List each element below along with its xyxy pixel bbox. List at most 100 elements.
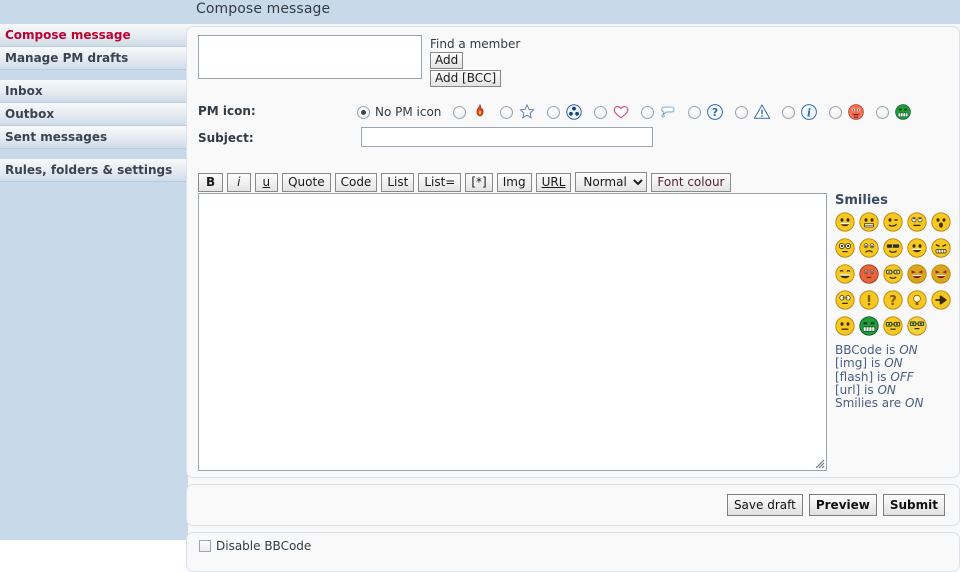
- disable-bbcode-row: Disable BBCode: [199, 539, 311, 553]
- compose-panel: Find a member Add Add [BCC] PM icon: Sub…: [186, 26, 960, 478]
- list-item-button[interactable]: [*]: [465, 172, 493, 192]
- options-panel: Disable BBCode: [186, 532, 960, 572]
- recipients-input[interactable]: [198, 35, 422, 79]
- svg-text:?: ?: [712, 106, 718, 119]
- list-ordered-button[interactable]: List=: [418, 172, 462, 192]
- subject-label: Subject:: [198, 131, 254, 145]
- smiley-geek-icon[interactable]: [883, 316, 903, 336]
- smiley-surprised-icon[interactable]: [931, 212, 951, 232]
- smiley-shocked-icon[interactable]: [835, 238, 855, 258]
- pm-icon-radio-tongue-smiley[interactable]: [829, 105, 843, 119]
- font-colour-button[interactable]: Font colour: [651, 172, 731, 192]
- thought-bubble-icon[interactable]: [659, 103, 677, 121]
- smiley-wink-icon[interactable]: [883, 212, 903, 232]
- bbcode-status-label: [flash] is: [835, 369, 887, 384]
- bbcode-status-label: [img] is: [835, 356, 881, 371]
- smiley-question-icon[interactable]: ?: [883, 290, 903, 310]
- pm-icon-radio-none[interactable]: [357, 105, 370, 119]
- bbcode-status-value: ON: [877, 382, 896, 397]
- pm-icon-radio-star[interactable]: [500, 105, 514, 119]
- pm-icon-radio-grin-smiley[interactable]: [876, 105, 890, 119]
- bbcode-status-label: [url] is: [835, 382, 874, 397]
- smiley-rolleyes-icon[interactable]: [907, 212, 927, 232]
- smiley-laugh-icon[interactable]: [835, 212, 855, 232]
- smiley-neutral-icon[interactable]: [835, 316, 855, 336]
- quote-button[interactable]: Quote: [282, 172, 331, 192]
- flame-icon[interactable]: [471, 103, 489, 121]
- smiley-idea-icon[interactable]: [907, 290, 927, 310]
- smiley-crosseyes-icon[interactable]: [835, 290, 855, 310]
- sidebar-item-label: Sent messages: [5, 130, 108, 144]
- smiley-greengrin-icon[interactable]: [859, 316, 879, 336]
- smiley-cool-icon[interactable]: [883, 238, 903, 258]
- smiley-arrow-icon[interactable]: [931, 290, 951, 310]
- save-draft-button[interactable]: Save draft: [726, 494, 803, 516]
- message-body-input[interactable]: [198, 193, 827, 471]
- smiley-angry-icon[interactable]: [931, 238, 951, 258]
- pm-icon-radio-heart[interactable]: [594, 105, 608, 119]
- radiation-icon[interactable]: [565, 103, 583, 121]
- sidebar-item-manage-pm-drafts[interactable]: Manage PM drafts: [0, 47, 188, 70]
- pm-icon-radio-thought-bubble[interactable]: [641, 105, 655, 119]
- smiley-geek2-icon[interactable]: [907, 316, 927, 336]
- disable-bbcode-label: Disable BBCode: [216, 539, 312, 553]
- pm-icon-radio-question[interactable]: [688, 105, 702, 119]
- sidebar-divider: [0, 70, 188, 80]
- pm-icon-radio-group: No PM icon ? i: [357, 101, 923, 123]
- smiley-nerd-icon[interactable]: [883, 264, 903, 284]
- svg-text:?: ?: [889, 294, 897, 309]
- preview-button[interactable]: Preview: [808, 494, 877, 516]
- bbcode-status-row: BBCode is ON: [835, 343, 923, 357]
- sidebar-item-label: Compose message: [5, 28, 131, 42]
- add-bcc-button[interactable]: Add [BCC]: [430, 70, 502, 87]
- subject-input[interactable]: [361, 127, 653, 147]
- list-button[interactable]: List: [381, 172, 415, 192]
- warning-icon[interactable]: [753, 103, 771, 121]
- sidebar-item-compose-message[interactable]: Compose message: [0, 24, 188, 47]
- smiley-exclamation-icon[interactable]: [859, 290, 879, 310]
- sidebar-item-rules-folders-settings[interactable]: Rules, folders & settings: [0, 159, 188, 182]
- find-member-link[interactable]: Find a member: [430, 37, 520, 51]
- smiley-evil-icon[interactable]: [931, 264, 951, 284]
- bbcode-status-value: OFF: [890, 369, 914, 384]
- smilies-grid: ?: [835, 212, 953, 340]
- smiley-biggrin-icon[interactable]: [835, 264, 855, 284]
- pm-icon-radio-flame[interactable]: [453, 105, 467, 119]
- bold-button[interactable]: B: [198, 172, 224, 192]
- sidebar: Compose message Manage PM drafts Inbox Outb…: [0, 24, 188, 540]
- bbcode-toolbar: B i u Quote Code List List= [*] Img URL …: [198, 172, 731, 192]
- pm-icon-radio-info[interactable]: [782, 105, 796, 119]
- star-icon[interactable]: [518, 103, 536, 121]
- pm-icon-radio-radiation[interactable]: [547, 105, 561, 119]
- sidebar-item-inbox[interactable]: Inbox: [0, 80, 188, 103]
- bbcode-status-row: Smilies are ON: [835, 397, 923, 410]
- image-button[interactable]: Img: [496, 172, 532, 192]
- url-button[interactable]: URL: [535, 172, 572, 192]
- smiley-devil-icon[interactable]: [907, 264, 927, 284]
- smiley-happy-icon[interactable]: [907, 238, 927, 258]
- info-icon[interactable]: i: [800, 103, 818, 121]
- top-band: [0, 0, 960, 24]
- bbcode-status-value: ON: [899, 343, 918, 357]
- question-icon[interactable]: ?: [706, 103, 724, 121]
- add-recipient-button[interactable]: Add: [430, 52, 464, 69]
- page-title: Compose message: [196, 1, 331, 17]
- pm-icon-radio-warning[interactable]: [735, 105, 749, 119]
- disable-bbcode-checkbox[interactable]: [199, 540, 211, 552]
- submit-button[interactable]: Submit: [882, 494, 945, 516]
- sidebar-item-outbox[interactable]: Outbox: [0, 103, 188, 126]
- sidebar-item-label: Manage PM drafts: [5, 51, 129, 65]
- font-size-select[interactable]: TinySmallNormalLargeHuge: [575, 172, 648, 192]
- pm-icon-none-label: No PM icon: [375, 105, 442, 119]
- smiley-grin-icon[interactable]: [859, 212, 879, 232]
- code-button[interactable]: Code: [334, 172, 378, 192]
- sidebar-item-sent-messages[interactable]: Sent messages: [0, 126, 188, 149]
- tongue-smiley-icon[interactable]: [847, 103, 865, 121]
- heart-icon[interactable]: [612, 103, 630, 121]
- italic-button[interactable]: i: [227, 172, 251, 192]
- smiley-blush-icon[interactable]: [859, 264, 879, 284]
- grin-smiley-icon[interactable]: [894, 103, 912, 121]
- smiley-sad-icon[interactable]: [859, 238, 879, 258]
- message-body-wrapper: [198, 193, 827, 471]
- underline-button[interactable]: u: [254, 172, 279, 192]
